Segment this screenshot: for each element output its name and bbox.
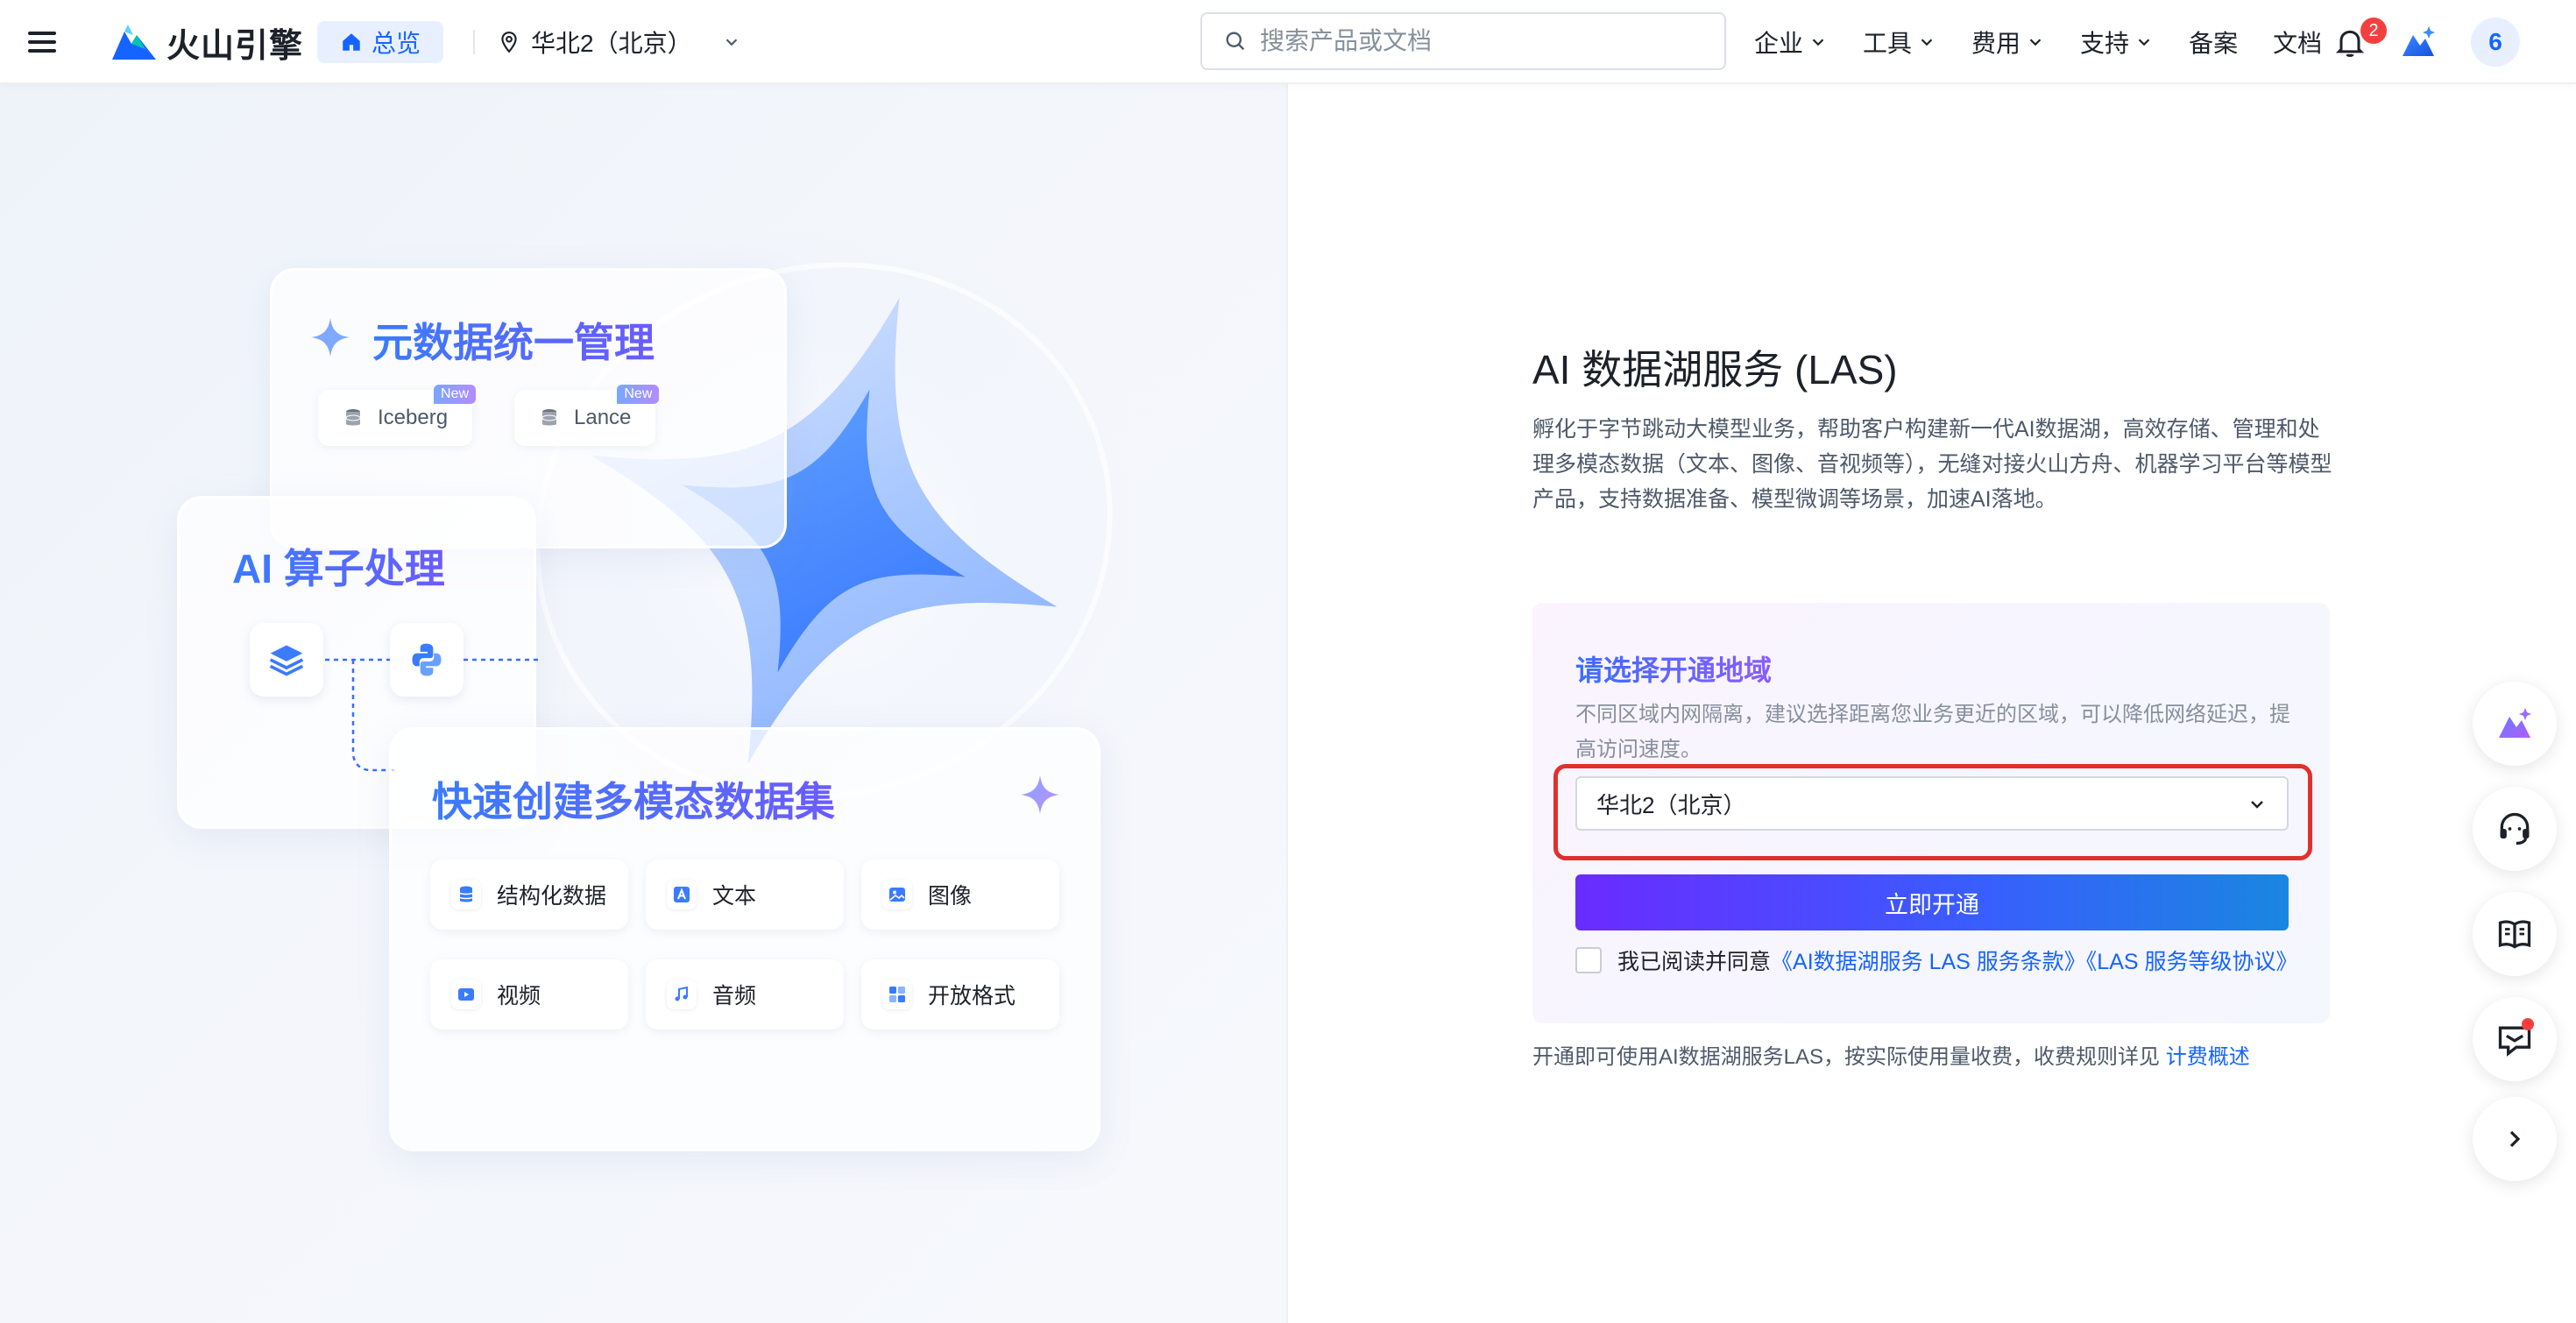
page-title: AI 数据湖服务 (LAS) [1532,347,1898,393]
chevron-down-icon [1921,39,1933,46]
customer-service-button[interactable] [2473,787,2557,871]
overview-label: 总览 [372,30,421,57]
nav-billing[interactable]: 费用 [1971,25,2045,60]
audio-icon [675,986,688,1001]
nav-support[interactable]: 支持 [2080,25,2154,60]
region-select[interactable]: 华北2（北京） [1575,776,2289,831]
agreement-row: 我已阅读并同意《AI数据湖服务 LAS 服务条款》《LAS 服务等级协议》 [1575,944,2298,976]
ai-assistant-icon[interactable] [2399,23,2438,61]
text-icon [674,887,690,902]
logo[interactable]: 火山引擎 [110,18,303,67]
python-box [390,623,464,697]
avatar[interactable]: 6 [2471,18,2520,67]
home-icon [343,33,360,51]
headset-icon [2500,812,2530,845]
nav-docs[interactable]: 文档 [2273,25,2322,60]
modality-open-format: 开放格式 [861,959,1059,1029]
search-box [1200,12,1726,70]
billing-note: 开通即可使用AI数据湖服务LAS，按实际使用量收费，收费规则详见 计费概述 [1532,1045,2250,1069]
sparkle-icon [1021,775,1059,814]
region-select-value: 华北2（北京） [1596,791,1746,818]
header-divider [473,30,475,54]
location-pin-icon [501,32,517,53]
database-icon [345,409,361,426]
activate-button[interactable]: 立即开通 [1575,874,2289,930]
documentation-button[interactable] [2473,892,2557,976]
image-icon [889,888,905,902]
iceberg-tag: Iceberg New [318,385,477,446]
region-card-description: 不同区域内网隔离，建议选择距离您业务更近的区域，可以降低网络延迟，提高访问速度。 [1575,703,2290,761]
modality-text: 文本 [646,860,844,930]
search-icon [1226,32,1245,51]
modality-video: 视频 [430,959,628,1029]
chevron-down-icon [2251,801,2263,809]
grid-icon [889,987,905,1002]
lance-tag: Lance New [514,385,660,446]
new-badge: New [434,385,477,404]
feedback-dot [2522,1018,2534,1030]
menu-icon[interactable] [26,26,58,58]
nav-tools[interactable]: 工具 [1863,25,1936,60]
region-selector[interactable]: 华北2（北京） [498,21,741,63]
database-icon [459,886,473,902]
top-bar: 火山引擎 总览 华北2（北京） 企业 工具 费用 支持 备案 文档 2 6 [0,0,2576,84]
modality-image: 图像 [861,860,1059,930]
chevron-down-icon [725,39,737,46]
new-badge: New [617,385,660,404]
book-icon [2498,920,2531,949]
agreement-text: 我已阅读并同意 [1617,950,1772,974]
nav-enterprise[interactable]: 企业 [1754,25,1828,60]
region-card-title: 请选择开通地域 [1575,648,1772,689]
product-illustration: 元数据统一管理 Iceberg New Lance New AI 算子处理 快速… [0,84,1288,1323]
chevron-right-icon [2509,1130,2521,1148]
ai-assistant-icon [2499,708,2531,738]
collapse-button[interactable] [2473,1097,2557,1181]
chevron-down-icon [2029,39,2042,46]
feedback-button[interactable] [2473,997,2557,1081]
sparkle-icon [311,318,350,357]
region-activation-card: 请选择开通地域 不同区域内网隔离，建议选择距离您业务更近的区域，可以降低网络延迟… [1532,603,2330,1023]
layers-icon [269,645,304,676]
multimodal-title: 快速创建多模态数据集 [432,770,835,828]
overview-button[interactable]: 总览 [317,21,444,63]
notification-badge: 2 [2360,18,2387,44]
top-nav: 企业 工具 费用 支持 备案 文档 [1754,21,2322,63]
volcano-logo-icon [112,25,156,60]
multimodal-dataset-card: 快速创建多模态数据集 结构化数据 文本 图像 视频 音频 开放格式 [389,727,1100,1151]
modality-structured: 结构化数据 [430,860,628,930]
sla-link[interactable]: 《LAS 服务等级协议》 [2086,950,2298,974]
search-input[interactable] [1260,27,1698,55]
terms-link[interactable]: 《AI数据湖服务 LAS 服务条款》 [1771,950,2086,974]
database-icon [541,409,557,426]
agreement-checkbox[interactable] [1575,947,1602,973]
chevron-down-icon [1812,39,1824,46]
product-description: 孵化于字节跳动大模型业务，帮助客户构建新一代AI数据湖，高效存储、管理和处理多模… [1532,417,2332,512]
chevron-down-icon [2138,39,2150,46]
region-label: 华北2（北京） [531,30,692,57]
metadata-title: 元数据统一管理 [372,311,655,369]
layers-box [250,623,323,697]
modality-audio: 音频 [646,959,844,1029]
ai-assistant-float-button[interactable] [2473,682,2557,766]
python-icon [412,643,442,676]
video-icon [458,988,474,1001]
pricing-link[interactable]: 计费概述 [2166,1045,2250,1069]
nav-filing[interactable]: 备案 [2189,25,2238,60]
logo-text: 火山引擎 [166,27,304,65]
